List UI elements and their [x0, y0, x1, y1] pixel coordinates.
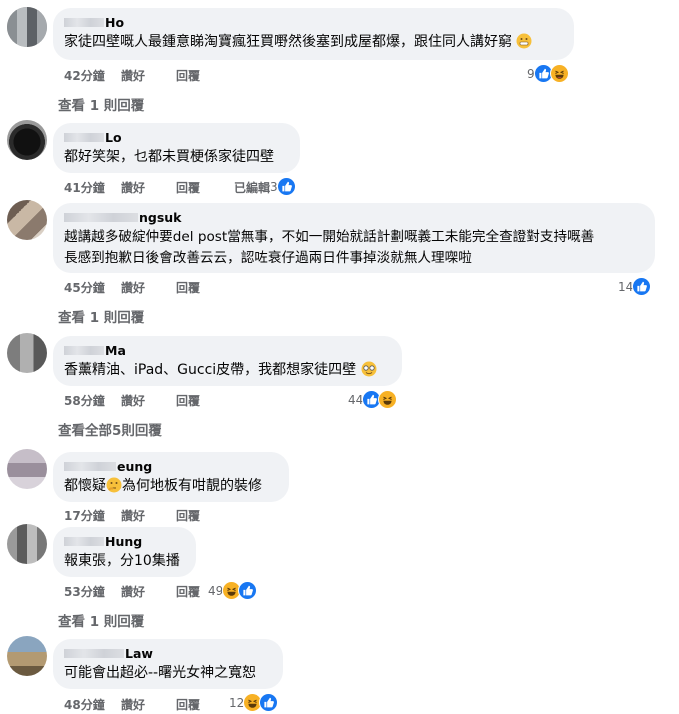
comment-text: 越講越多破綻仲要del post當無事，不如一開始就話計劃嘅義工未能完全查證對支…: [64, 229, 595, 266]
avatar[interactable]: [7, 7, 47, 47]
comment-text: 都好笑架，乜都未買梗係家徒四壁: [64, 149, 274, 165]
commenter-name[interactable]: Law: [64, 646, 271, 661]
commenter-name[interactable]: ngsuk: [64, 210, 643, 225]
like-reaction-icon: [238, 581, 258, 600]
like-button[interactable]: 讚好: [121, 583, 176, 600]
commenter-name[interactable]: eung: [64, 459, 277, 474]
view-replies-link[interactable]: 查看全部5則回覆: [58, 419, 162, 439]
comment-time[interactable]: 45分鐘: [64, 279, 121, 296]
like-reaction-icon: [259, 693, 279, 712]
haha-reaction-icon: [378, 390, 398, 409]
like-button[interactable]: 讚好: [121, 67, 176, 84]
comment-text: 家徒四壁嘅人最鍾意睇淘寶瘋狂買嘢然後塞到成屋都爆，跟住同人講好窮: [64, 32, 562, 53]
comment-bubble: ngsuk 越講越多破綻仲要del post當無事，不如一開始就話計劃嘅義工未能…: [53, 203, 655, 273]
commenter-name[interactable]: Ma: [64, 343, 390, 358]
like-button[interactable]: 讚好: [121, 279, 176, 296]
comment-actions: 42分鐘 讚好 回覆: [64, 67, 206, 84]
edited-label: 已編輯: [234, 181, 271, 195]
comment-time[interactable]: 58分鐘: [64, 392, 121, 409]
comment-actions: 48分鐘 讚好 回覆: [64, 696, 206, 713]
comment-time[interactable]: 41分鐘: [64, 179, 121, 196]
comment-text: 報東張，分10集播: [64, 553, 180, 569]
comment-text: 都懷疑 為何地板有咁靚的裝修: [64, 477, 262, 494]
reaction-count: 14: [618, 279, 634, 294]
reaction-summary[interactable]: 12: [229, 693, 279, 712]
comment-actions: 53分鐘 讚好 回覆: [64, 583, 206, 600]
comment-text: 可能會出超必--曙光女神之寬恕: [64, 665, 257, 681]
view-replies-link[interactable]: 查看 1 則回覆: [58, 610, 144, 630]
comment-actions: 58分鐘 讚好 回覆: [64, 392, 206, 409]
reaction-count: 12: [229, 695, 245, 710]
reaction-summary[interactable]: 14: [618, 277, 652, 296]
like-reaction-icon: [276, 177, 296, 196]
comment-time[interactable]: 17分鐘: [64, 507, 121, 524]
reply-button[interactable]: 回覆: [176, 67, 206, 84]
commenter-name[interactable]: Lo: [64, 130, 288, 145]
comment-actions: 17分鐘 讚好 回覆: [64, 507, 206, 524]
like-button[interactable]: 讚好: [121, 392, 176, 409]
commenter-name[interactable]: Hung: [64, 534, 184, 549]
nerd-emoji-icon: [361, 361, 377, 377]
reaction-summary[interactable]: 44: [348, 390, 398, 409]
comment-bubble: Ho 家徒四壁嘅人最鍾意睇淘寶瘋狂買嘢然後塞到成屋都爆，跟住同人講好窮: [53, 8, 574, 60]
comment-time[interactable]: 48分鐘: [64, 696, 121, 713]
comment-bubble: Hung 報東張，分10集播: [53, 527, 196, 577]
reply-button[interactable]: 回覆: [176, 696, 206, 713]
reaction-count: 44: [348, 392, 364, 407]
thinking-emoji-icon: [106, 477, 122, 493]
reply-button[interactable]: 回覆: [176, 179, 206, 196]
reply-button[interactable]: 回覆: [176, 279, 206, 296]
reply-button[interactable]: 回覆: [176, 392, 206, 409]
avatar[interactable]: [7, 636, 47, 676]
comment-bubble: Law 可能會出超必--曙光女神之寬恕: [53, 639, 283, 689]
view-replies-link[interactable]: 查看 1 則回覆: [58, 306, 144, 326]
comment-bubble: Lo 都好笑架，乜都未買梗係家徒四壁: [53, 123, 300, 173]
like-reaction-icon: [632, 277, 652, 296]
avatar[interactable]: [7, 524, 47, 564]
haha-reaction-icon: [549, 64, 569, 83]
avatar[interactable]: [7, 200, 47, 240]
reply-button[interactable]: 回覆: [176, 583, 206, 600]
comment-time[interactable]: 53分鐘: [64, 583, 121, 600]
commenter-name[interactable]: Ho: [64, 15, 562, 30]
grimace-emoji-icon: [516, 33, 532, 49]
comment-bubble: eung 都懷疑 為何地板有咁靚的裝修: [53, 452, 289, 502]
reply-button[interactable]: 回覆: [176, 507, 206, 524]
avatar[interactable]: [7, 449, 47, 489]
like-button[interactable]: 讚好: [121, 507, 176, 524]
reaction-summary[interactable]: 9: [527, 64, 569, 83]
comment-bubble: Ma 香薰精油、iPad、Gucci皮帶，我都想家徒四壁: [53, 336, 402, 386]
reaction-summary[interactable]: 3: [270, 177, 296, 196]
comment-text: 香薰精油、iPad、Gucci皮帶，我都想家徒四壁: [64, 360, 390, 381]
reaction-count: 49: [208, 583, 224, 598]
comment-actions: 45分鐘 讚好 回覆: [64, 279, 206, 296]
reaction-summary[interactable]: 49: [208, 581, 258, 600]
like-button[interactable]: 讚好: [121, 179, 176, 196]
avatar[interactable]: [7, 333, 47, 373]
like-button[interactable]: 讚好: [121, 696, 176, 713]
comment-time[interactable]: 42分鐘: [64, 67, 121, 84]
comment-actions: 41分鐘 讚好 回覆 已編輯: [64, 179, 270, 196]
avatar[interactable]: [7, 120, 47, 160]
view-replies-link[interactable]: 查看 1 則回覆: [58, 94, 144, 114]
